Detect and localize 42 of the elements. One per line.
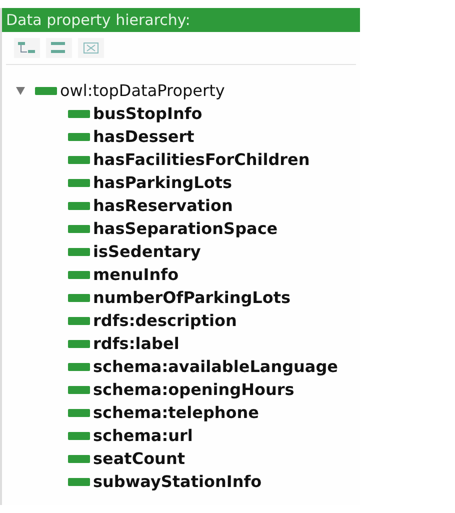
tree-item[interactable]: rdfs:label bbox=[93, 334, 180, 353]
panel-title: Data property hierarchy: bbox=[2, 8, 360, 32]
delete-icon bbox=[81, 41, 101, 55]
property-icon bbox=[68, 362, 90, 370]
property-icon bbox=[68, 248, 90, 256]
tree-item[interactable]: schema:availableLanguage bbox=[93, 357, 338, 376]
property-icon bbox=[68, 316, 90, 324]
property-icon bbox=[35, 86, 57, 94]
property-icon bbox=[68, 202, 90, 210]
tree-item[interactable]: schema:openingHours bbox=[93, 380, 294, 399]
property-icon bbox=[68, 432, 90, 440]
property-icon bbox=[68, 294, 90, 302]
property-icon bbox=[68, 132, 90, 140]
property-icon bbox=[68, 224, 90, 232]
tree-item[interactable]: schema:telephone bbox=[93, 403, 260, 422]
tree-item[interactable]: hasReservation bbox=[93, 196, 233, 215]
property-icon bbox=[68, 178, 90, 186]
tree-item[interactable]: hasParkingLots bbox=[93, 173, 232, 192]
property-icon bbox=[68, 156, 90, 164]
tree-item[interactable]: seatCount bbox=[93, 449, 185, 468]
tree-item[interactable]: hasDessert bbox=[93, 127, 194, 146]
delete-button[interactable] bbox=[78, 38, 104, 58]
tree-item[interactable]: busStopInfo bbox=[93, 104, 202, 123]
tree-item[interactable]: subwayStationInfo bbox=[93, 472, 262, 491]
tree-item[interactable]: hasFacilitiesForChildren bbox=[93, 150, 310, 169]
property-icon bbox=[68, 408, 90, 416]
property-icon bbox=[68, 478, 90, 486]
expand-triangle-icon[interactable] bbox=[16, 86, 25, 94]
property-icon bbox=[68, 454, 90, 462]
tree-item[interactable]: isSedentary bbox=[93, 242, 201, 261]
property-icon bbox=[68, 386, 90, 394]
tree-item[interactable]: rdfs:description bbox=[93, 311, 237, 330]
property-icon bbox=[68, 110, 90, 118]
add-sibling-button[interactable] bbox=[46, 38, 72, 58]
property-icon bbox=[68, 340, 90, 348]
tree-item[interactable]: hasSeparationSpace bbox=[93, 219, 278, 238]
add-subproperty-button[interactable] bbox=[14, 38, 40, 58]
tree-item[interactable]: numberOfParkingLots bbox=[93, 288, 291, 307]
tree-item[interactable]: menuInfo bbox=[93, 265, 179, 284]
tree-item[interactable]: owl:topDataProperty bbox=[60, 81, 225, 100]
property-icon bbox=[68, 270, 90, 278]
tree-item[interactable]: schema:url bbox=[93, 426, 193, 445]
